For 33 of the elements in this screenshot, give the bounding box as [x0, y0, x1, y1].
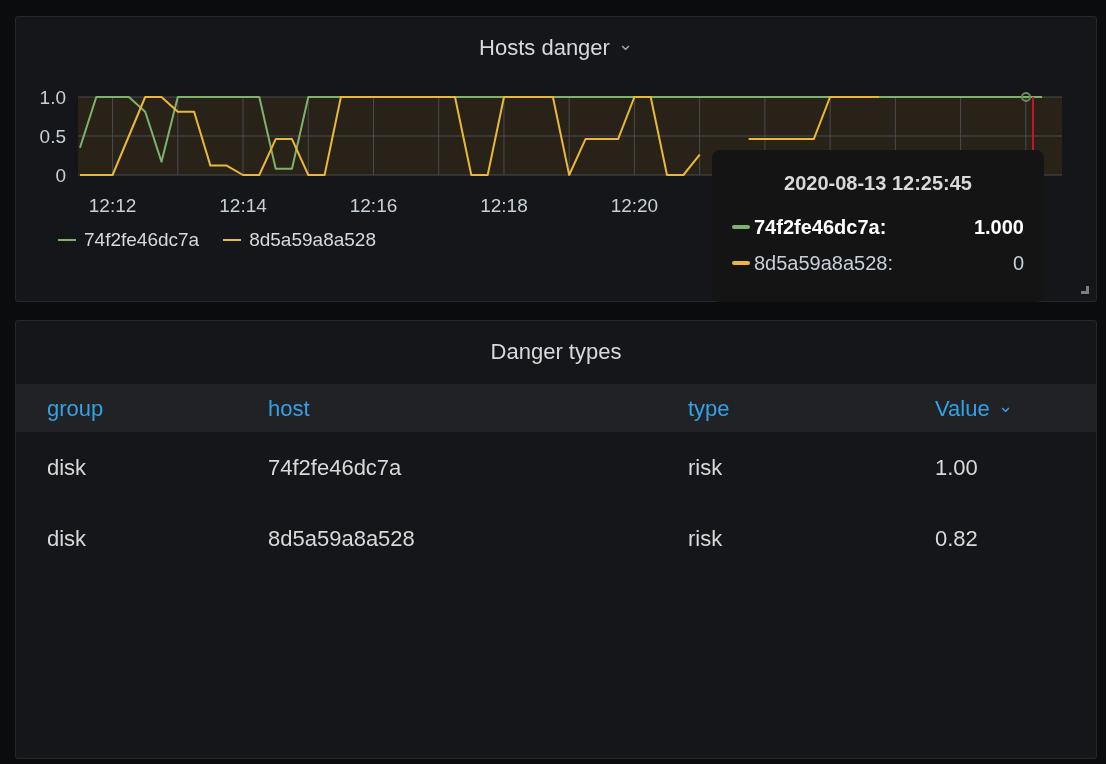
x-axis-label: 12:16	[349, 195, 398, 216]
caret-icon[interactable]: ⌄	[617, 34, 633, 53]
x-axis-label: 12:14	[219, 195, 267, 216]
table-cell: risk	[688, 526, 723, 551]
panel-title[interactable]: Hosts danger	[479, 31, 610, 64]
column-header[interactable]: group	[47, 391, 104, 425]
tooltip-time: 2020-08-13 12:25:45	[783, 171, 973, 196]
table-cell: 0.82	[935, 526, 978, 551]
resize-handle-icon[interactable]	[1081, 286, 1090, 295]
y-axis-label: 0.5	[39, 126, 66, 147]
series-value: 0	[1012, 251, 1024, 276]
column-header[interactable]: type	[688, 391, 730, 425]
table-cell: 8d5a59a8a528	[268, 526, 415, 551]
table-cell: 1.00	[935, 455, 978, 480]
x-axis-label: 12:18	[480, 195, 528, 216]
sort-caret-icon[interactable]: ⌄	[997, 395, 1013, 416]
legend-label[interactable]: 8d5a59a8a528	[249, 226, 376, 255]
y-axis-label: 0	[55, 165, 66, 186]
y-axis-label: 1.0	[39, 87, 66, 108]
table-cell: disk	[47, 526, 87, 551]
column-header[interactable]: Value $^{⌄}$	[935, 391, 1013, 425]
x-axis-label: 12:20	[610, 195, 659, 216]
panel-title[interactable]: Danger types	[490, 335, 622, 368]
hover-point	[1021, 92, 1031, 102]
table-cell: 74f2fe46dc7a	[268, 455, 402, 480]
series-name: 8d5a59a8a528:	[754, 251, 894, 276]
table-cell: disk	[47, 455, 87, 480]
legend-label[interactable]: 74f2fe46dc7a	[84, 226, 200, 255]
x-axis-label: 12:12	[88, 195, 137, 216]
series-value: 1.000	[973, 215, 1024, 240]
series-name: 74f2fe46dc7a:	[754, 215, 887, 240]
column-header[interactable]: host	[268, 391, 310, 425]
table-cell: risk	[688, 455, 723, 480]
